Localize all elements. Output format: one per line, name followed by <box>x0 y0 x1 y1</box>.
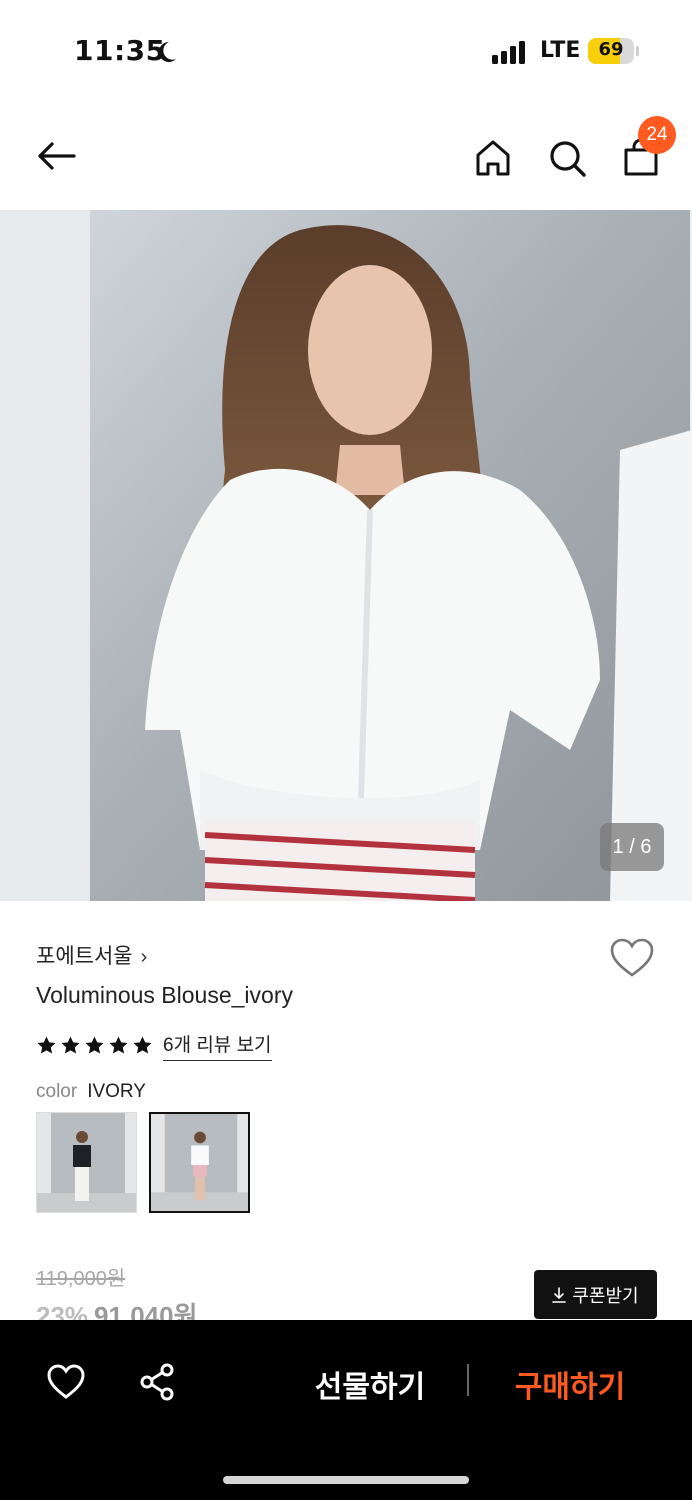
status-bar: 11:35 LTE 69 <box>0 0 692 100</box>
color-label: color <box>36 1081 78 1102</box>
buy-button[interactable]: 구매하기 <box>490 1362 650 1406</box>
chevron-right-icon: › <box>140 946 148 968</box>
cart-count-badge: 24 <box>638 116 676 154</box>
back-arrow-icon[interactable] <box>34 134 78 178</box>
battery-level: 69 <box>598 39 624 60</box>
product-title: Voluminous Blouse_ivory <box>36 982 293 1008</box>
star-icon <box>109 1036 128 1054</box>
search-icon[interactable] <box>545 136 589 180</box>
color-option-ivory[interactable] <box>149 1112 250 1213</box>
brand-link[interactable]: 포에트서울 › <box>36 940 147 970</box>
battery-icon: 69 <box>588 38 634 64</box>
heart-icon[interactable] <box>46 1362 86 1402</box>
wishlist-heart-icon[interactable] <box>608 934 656 982</box>
coupon-button[interactable]: 쿠폰받기 <box>534 1270 657 1319</box>
moon-icon <box>158 41 176 62</box>
review-link[interactable]: 6개 리뷰 보기 <box>163 1030 272 1061</box>
rating-row: 6개 리뷰 보기 <box>36 1030 272 1061</box>
download-icon <box>552 1286 567 1303</box>
star-icon <box>61 1036 80 1054</box>
action-divider <box>467 1364 469 1396</box>
home-icon[interactable] <box>471 136 515 180</box>
color-option-black[interactable] <box>36 1112 137 1213</box>
brand-name: 포에트서울 <box>36 945 133 968</box>
rating-stars <box>36 1035 153 1056</box>
star-icon <box>85 1036 104 1054</box>
bottom-action-bar: 선물하기 구매하기 <box>0 1320 692 1500</box>
coupon-label: 쿠폰받기 <box>572 1285 639 1306</box>
original-price: 119,000원 <box>36 1268 126 1290</box>
battery-cap <box>636 46 639 56</box>
network-type: LTE <box>540 38 581 63</box>
color-value: IVORY <box>87 1081 146 1102</box>
product-photo <box>0 210 692 901</box>
share-icon[interactable] <box>138 1362 178 1402</box>
product-image-gallery[interactable]: 1 / 6 <box>0 210 692 901</box>
gallery-counter: 1 / 6 <box>600 823 664 871</box>
home-indicator <box>223 1476 469 1484</box>
color-thumbnail-image <box>151 1114 248 1211</box>
star-icon <box>133 1036 152 1054</box>
gift-button[interactable]: 선물하기 <box>290 1362 450 1406</box>
star-icon <box>37 1036 56 1054</box>
color-row: color IVORY <box>36 1081 146 1103</box>
status-time: 11:35 <box>74 34 166 67</box>
signal-icon <box>492 40 528 64</box>
color-options <box>36 1112 250 1213</box>
color-thumbnail-image <box>37 1113 136 1212</box>
